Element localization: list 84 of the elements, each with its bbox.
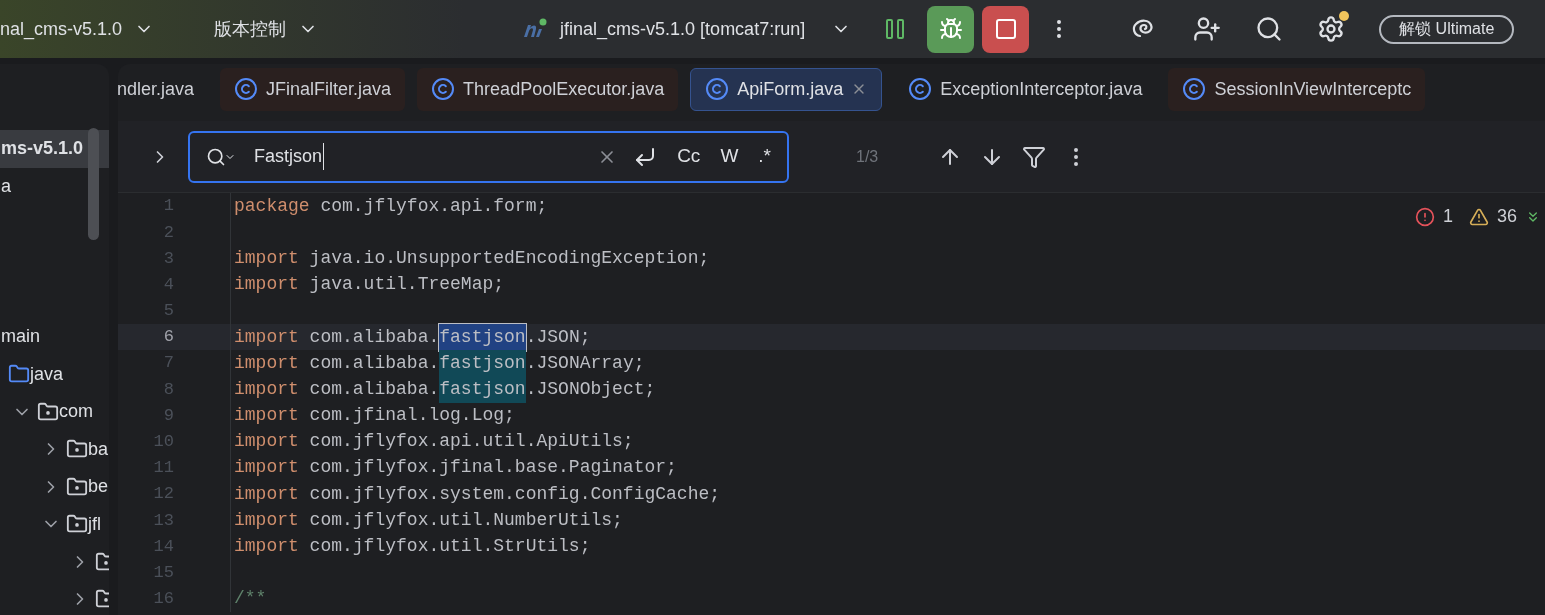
code-text: com.jflyfox.util.StrUtils; bbox=[308, 535, 591, 559]
search-match: fastjson bbox=[439, 349, 526, 377]
error-count: 1 bbox=[1442, 205, 1453, 228]
editor-tab[interactable]: JFinalFilter.java bbox=[220, 67, 406, 111]
tree-label: com bbox=[59, 400, 93, 424]
code-keyword: import bbox=[234, 377, 299, 401]
tree-label: ms-v5.1.0 bbox=[1, 137, 84, 161]
error-icon[interactable] bbox=[1414, 206, 1435, 227]
tab-label: SessionInViewInterceptc bbox=[1214, 77, 1412, 101]
match-count: 1/3 bbox=[856, 146, 879, 167]
warning-count: 36 bbox=[1496, 205, 1517, 228]
code-text: com.jflyfox.jfinal.base.Paginator; bbox=[308, 456, 677, 480]
settings-icon[interactable] bbox=[1317, 15, 1346, 43]
tree-row[interactable]: main bbox=[0, 318, 109, 356]
code-text: java.util.TreeMap; bbox=[308, 273, 505, 297]
code-keyword: import bbox=[234, 351, 299, 375]
code-text: com.jflyfox.util.NumberUtils; bbox=[308, 508, 623, 532]
editor-tab[interactable]: SessionInViewInterceptc bbox=[1168, 67, 1426, 111]
run-config-selector[interactable]: jfinal_cms-v5.1.0 [tomcat7:run] bbox=[560, 15, 806, 43]
code-keyword: import bbox=[234, 508, 299, 532]
code-text: .JSONArray; bbox=[525, 351, 645, 375]
code-text: com.jfinal.log.Log; bbox=[308, 404, 515, 428]
code-text: .JSON; bbox=[525, 325, 591, 349]
search-value: Fastjson bbox=[254, 143, 325, 170]
stop-button[interactable] bbox=[982, 5, 1030, 53]
search-icon[interactable] bbox=[1255, 15, 1284, 43]
tab-label: ExceptionInterceptor.java bbox=[940, 77, 1143, 101]
tab-label: JFinalFilter.java bbox=[266, 77, 392, 101]
pause-icon[interactable] bbox=[885, 18, 906, 40]
tree-label: main bbox=[1, 325, 40, 349]
code-text: com.alibaba. bbox=[308, 351, 440, 375]
scrollbar[interactable] bbox=[88, 128, 99, 240]
filter-icon[interactable] bbox=[1022, 144, 1047, 169]
code-keyword: package bbox=[234, 194, 310, 218]
search-option-toggle[interactable]: Cc bbox=[677, 142, 701, 171]
tab-label: ndler.java bbox=[118, 77, 195, 101]
code-text: com.jflyfox.api.form; bbox=[319, 194, 548, 218]
editor-tab[interactable]: ThreadPoolExecutor.java bbox=[417, 67, 679, 111]
tree-row[interactable]: a bbox=[0, 167, 109, 205]
tree-label: jfl bbox=[88, 512, 101, 536]
tree-row[interactable]: java bbox=[0, 355, 109, 393]
editor-tab[interactable]: ExceptionInterceptor.java bbox=[894, 67, 1157, 111]
code-comment: /** bbox=[234, 587, 267, 611]
search-icon bbox=[206, 146, 226, 167]
search-match: fastjson bbox=[439, 375, 526, 403]
tree-row[interactable]: jfl bbox=[36, 505, 109, 543]
editor-tab[interactable]: ApiForm.java bbox=[690, 67, 883, 111]
search-match: fastjson bbox=[439, 323, 526, 351]
tree-label: a bbox=[1, 174, 11, 198]
tree-row[interactable]: com bbox=[7, 393, 109, 431]
code-text: java.io.UnsupportedEncodingException; bbox=[308, 246, 710, 270]
search-field[interactable]: Fastjson Cc W .* bbox=[188, 130, 789, 183]
code-text: com.alibaba. bbox=[308, 377, 440, 401]
stop-icon bbox=[993, 17, 1018, 41]
tree-label: ba bbox=[88, 437, 109, 461]
bug-icon bbox=[938, 17, 963, 41]
line-number: 6 bbox=[162, 326, 174, 349]
code-text: com.alibaba. bbox=[308, 325, 440, 349]
tree-row[interactable]: ba bbox=[36, 430, 109, 468]
code-text: com.jflyfox.system.config.ConfigCache; bbox=[308, 482, 721, 506]
tab-label: ThreadPoolExecutor.java bbox=[463, 77, 665, 101]
search-option-toggle[interactable]: .* bbox=[758, 142, 771, 171]
tree-label: java bbox=[30, 362, 64, 386]
tree-row[interactable]: be bbox=[36, 468, 109, 506]
rerun-debug-button[interactable] bbox=[927, 5, 975, 53]
tree-label: be bbox=[88, 475, 109, 499]
unlock-ultimate-button[interactable]: 解锁 Ultimate bbox=[1379, 14, 1515, 44]
code-text: com.jflyfox.api.util.ApiUtils; bbox=[308, 430, 634, 454]
editor-tab[interactable]: ndler.java bbox=[118, 67, 209, 111]
code-keyword: import bbox=[234, 246, 299, 270]
code-keyword: import bbox=[234, 482, 299, 506]
code-keyword: import bbox=[234, 430, 299, 454]
code-keyword: import bbox=[234, 273, 299, 297]
search-option-toggle[interactable]: W bbox=[720, 142, 739, 171]
code-keyword: import bbox=[234, 325, 299, 349]
code-text: .JSONObject; bbox=[525, 377, 656, 401]
tab-label: ApiForm.java bbox=[737, 77, 844, 101]
vcs-menu[interactable]: 版本控制 bbox=[214, 15, 319, 43]
code-keyword: import bbox=[234, 404, 299, 428]
code-keyword: import bbox=[234, 456, 299, 480]
add-user-icon[interactable] bbox=[1193, 15, 1222, 43]
project-selector[interactable]: nal_cms-v5.1.0 bbox=[0, 15, 155, 43]
code-keyword: import bbox=[234, 535, 299, 559]
warning-icon[interactable] bbox=[1468, 206, 1489, 227]
